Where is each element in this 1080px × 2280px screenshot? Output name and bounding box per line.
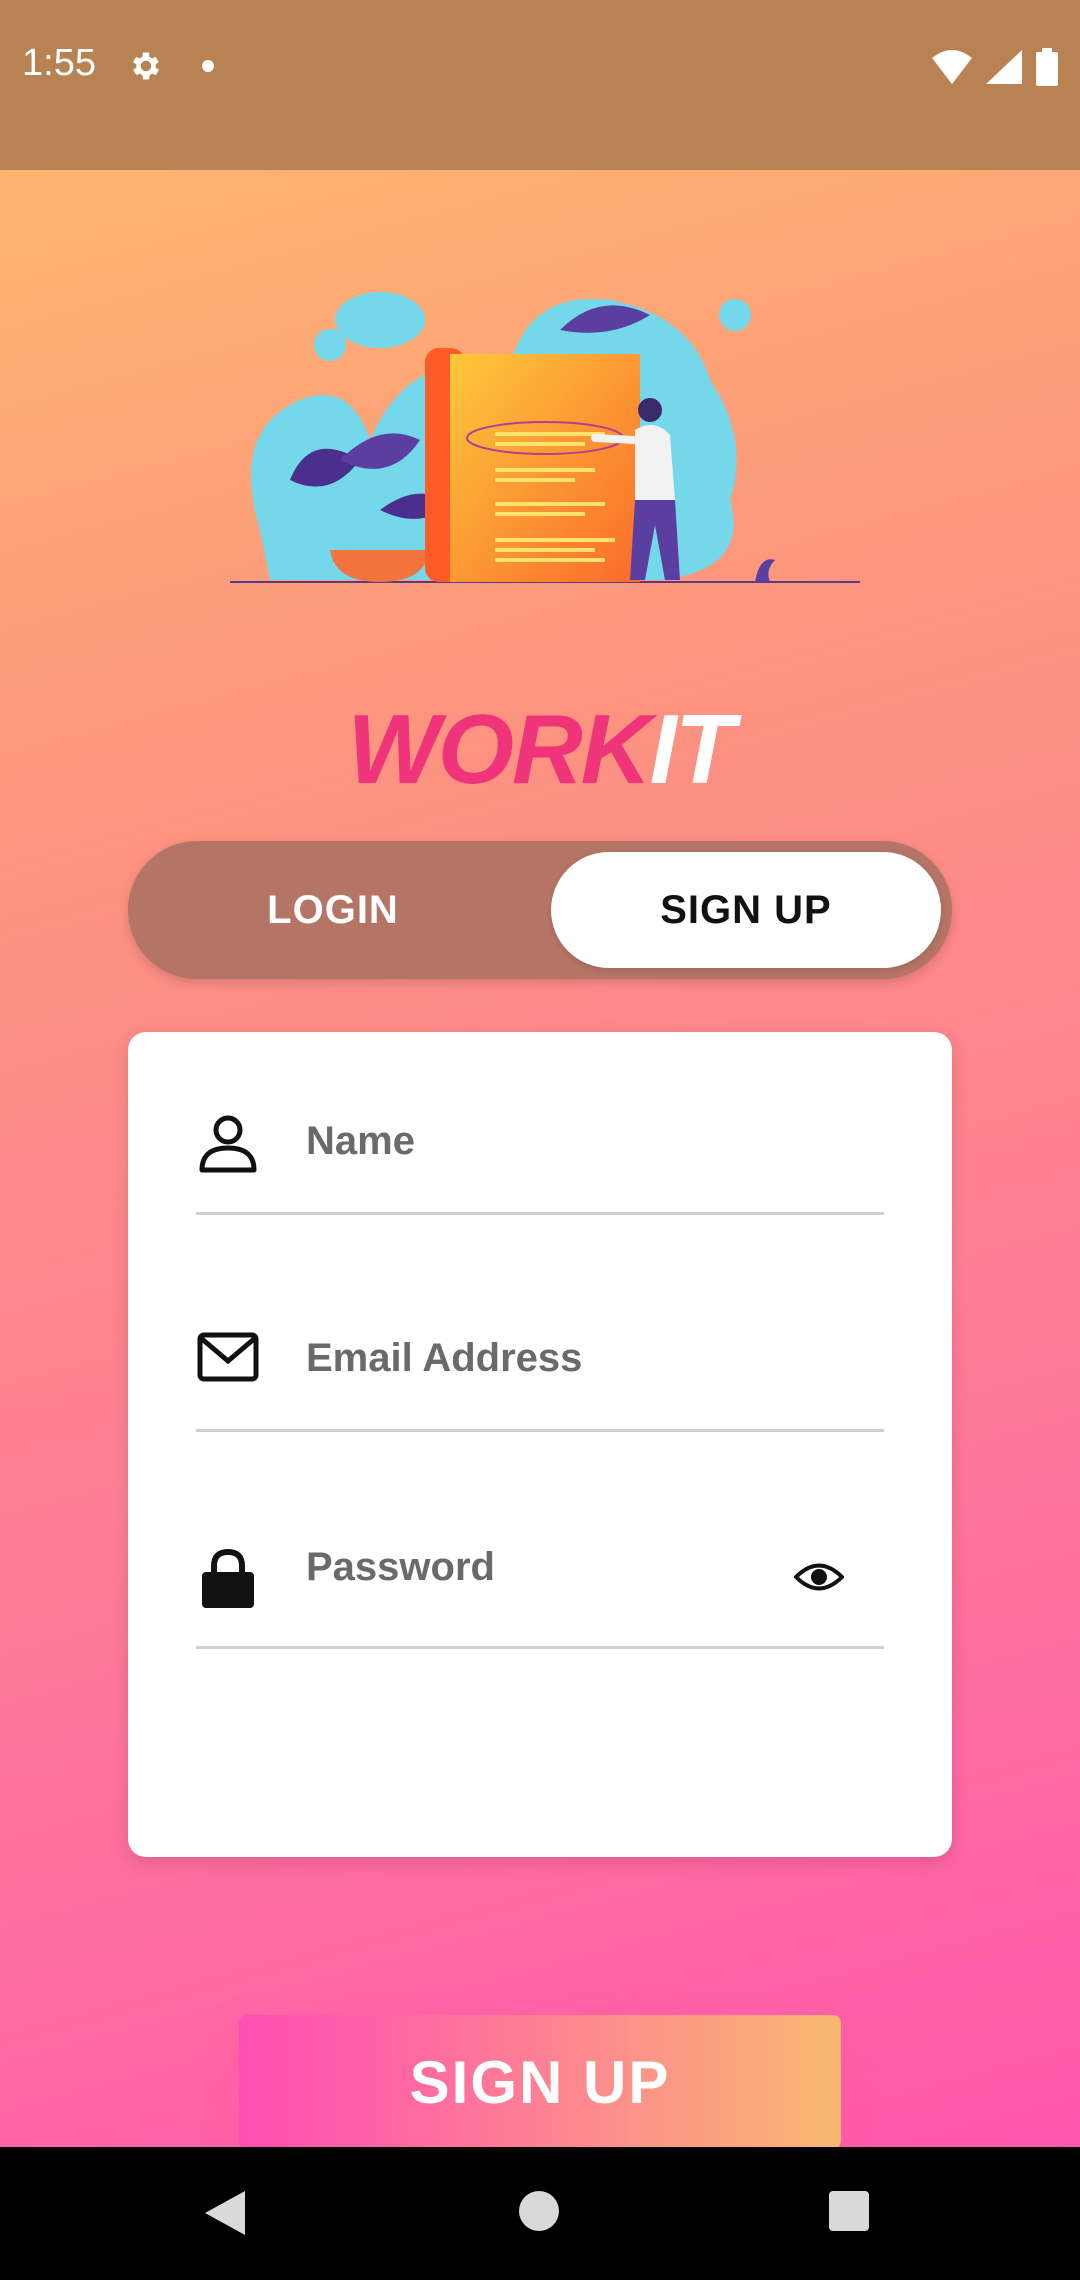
auth-mode-toggle: LOGIN SIGN UP	[128, 841, 952, 979]
status-icons	[932, 48, 1058, 86]
wifi-icon	[932, 50, 972, 84]
signup-screen: WORKIT LOGIN SIGN UP Name Email Address …	[0, 170, 1080, 2147]
name-field	[196, 1062, 884, 1215]
signup-form-card	[128, 1032, 952, 1857]
person-icon	[199, 1115, 257, 1173]
checklist-illustration	[230, 292, 860, 583]
tab-login[interactable]: LOGIN	[128, 841, 538, 979]
eye-icon[interactable]	[794, 1560, 844, 1594]
battery-icon	[1036, 48, 1058, 86]
password-field	[196, 1496, 884, 1649]
status-bar: 1:55	[0, 0, 1080, 170]
email-field	[196, 1279, 884, 1432]
lock-icon	[202, 1548, 254, 1608]
cell-signal-icon	[986, 50, 1022, 84]
back-icon[interactable]	[205, 2191, 245, 2235]
email-input[interactable]	[306, 1323, 766, 1393]
notification-dot-icon	[202, 60, 214, 72]
gear-icon	[133, 52, 159, 80]
tab-sign-up[interactable]: SIGN UP	[551, 852, 941, 968]
app-logo: WORKIT	[0, 693, 1080, 806]
system-nav-bar	[0, 2147, 1080, 2280]
password-input[interactable]	[306, 1532, 766, 1602]
envelope-icon	[197, 1332, 259, 1382]
recents-icon[interactable]	[829, 2191, 869, 2231]
sign-up-button[interactable]: SIGN UP	[239, 2015, 841, 2147]
name-input[interactable]	[306, 1106, 766, 1176]
home-icon[interactable]	[519, 2191, 559, 2231]
status-time: 1:55	[22, 42, 96, 84]
logo-work-text: WORK	[347, 694, 651, 804]
logo-it-text: IT	[649, 694, 735, 804]
